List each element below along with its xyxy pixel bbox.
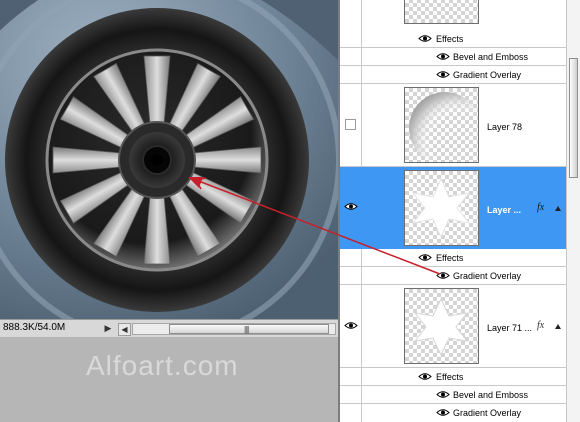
effect-gradient-overlay[interactable]: Gradient Overlay — [453, 70, 521, 80]
fx-icon[interactable]: fx — [537, 320, 544, 331]
effect-bevel-emboss[interactable]: Bevel and Emboss — [453, 52, 528, 62]
horizontal-scrollbar-thumb[interactable]: |||| — [169, 324, 329, 334]
eye-icon[interactable] — [436, 271, 450, 280]
row-divider — [340, 83, 566, 84]
layer-name-71[interactable]: Layer 71 ... — [487, 323, 532, 333]
visibility-checkbox[interactable] — [345, 119, 356, 130]
crescent-shape — [409, 92, 478, 162]
effect-gradient-overlay[interactable]: Gradient Overlay — [453, 271, 521, 281]
layer-thumbnail[interactable] — [404, 170, 479, 246]
document-size-readout: 888.3K/54.0M — [3, 322, 66, 333]
eye-icon[interactable] — [418, 34, 432, 43]
eye-icon[interactable] — [344, 202, 358, 211]
watermark-text: Alfoart.com — [86, 350, 239, 381]
effect-bevel-emboss[interactable]: Bevel and Emboss — [453, 390, 528, 400]
row-divider — [340, 65, 566, 66]
eye-icon[interactable] — [418, 372, 432, 381]
eye-icon[interactable] — [418, 253, 432, 262]
layer-thumbnail[interactable] — [404, 87, 479, 163]
effects-label: Effects — [436, 372, 464, 382]
star-shape — [413, 297, 469, 357]
row-divider — [340, 403, 566, 404]
scroll-left-button[interactable]: ◀ — [118, 323, 131, 336]
fx-icon[interactable]: fx — [537, 202, 544, 213]
eye-icon[interactable] — [344, 321, 358, 330]
row-divider — [340, 284, 566, 285]
row-divider — [340, 385, 566, 386]
star-shape — [411, 177, 471, 239]
status-menu-arrow-icon[interactable]: ▶ — [102, 322, 114, 334]
layer-name-78[interactable]: Layer 78 — [487, 122, 522, 132]
layers-panel: Effects Bevel and Emboss Gradient Overla… — [340, 0, 580, 422]
eye-icon[interactable] — [436, 408, 450, 417]
visibility-column — [340, 368, 362, 422]
layers-vertical-scrollbar[interactable] — [566, 0, 580, 422]
effects-label: Effects — [436, 253, 464, 263]
eye-icon[interactable] — [436, 52, 450, 61]
layer-thumbnail[interactable] — [404, 0, 479, 24]
layer-thumbnail[interactable] — [404, 288, 479, 364]
scrollbar-grip-icon: |||| — [244, 325, 249, 334]
visibility-column — [340, 249, 362, 287]
horizontal-scrollbar[interactable]: |||| — [132, 323, 336, 335]
expand-triangle-icon[interactable] — [555, 206, 561, 211]
status-bar: 888.3K/54.0M ▶ ◀ |||| — [0, 319, 338, 337]
document-canvas[interactable] — [0, 0, 338, 319]
wheel-artwork — [0, 0, 338, 319]
visibility-column — [340, 0, 362, 88]
eye-icon[interactable] — [436, 390, 450, 399]
row-divider — [340, 47, 566, 48]
effect-gradient-overlay[interactable]: Gradient Overlay — [453, 408, 521, 418]
layer-name-selected[interactable]: Layer ... — [487, 205, 521, 215]
eye-icon[interactable] — [436, 70, 450, 79]
vertical-scrollbar-thumb[interactable] — [569, 58, 578, 178]
row-divider — [340, 266, 566, 267]
effects-label: Effects — [436, 34, 464, 44]
row-divider — [340, 367, 566, 368]
expand-triangle-icon[interactable] — [555, 324, 561, 329]
